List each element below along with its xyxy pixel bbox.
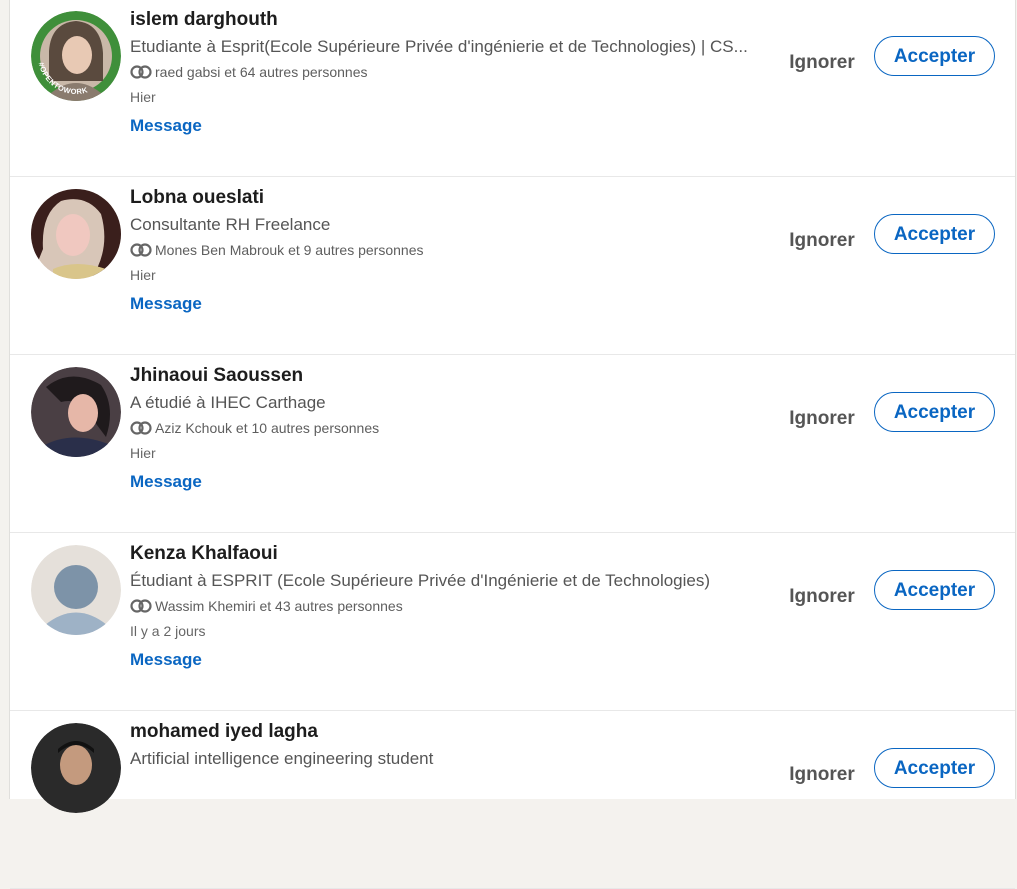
message-link[interactable]: Message	[130, 648, 202, 672]
message-link[interactable]: Message	[130, 292, 202, 316]
accept-button[interactable]: Accepter	[874, 748, 995, 788]
mutual-connections-text: Aziz Kchouk et 10 autres personnes	[155, 420, 380, 436]
mutual-connections-icon	[130, 421, 152, 435]
accept-button[interactable]: Accepter	[874, 214, 995, 254]
avatar[interactable]: #OPENTOWORK	[31, 11, 121, 101]
invitation-headline: Consultante RH Freelance	[130, 215, 331, 234]
ignore-button[interactable]: Ignorer	[781, 43, 863, 83]
accept-button[interactable]: Accepter	[874, 392, 995, 432]
invitation-time: Hier	[130, 267, 156, 283]
invitation-row: Jhinaoui Saoussen A étudié à IHEC Cartha…	[10, 355, 1015, 533]
ignore-button[interactable]: Ignorer	[781, 221, 863, 261]
invitation-row: Kenza Khalfaoui Étudiant à ESPRIT (Ecole…	[10, 533, 1015, 711]
invitation-row: mohamed iyed lagha Artificial intelligen…	[10, 711, 1015, 889]
avatar[interactable]	[31, 367, 121, 457]
invitation-time: Hier	[130, 445, 156, 461]
mutual-connections-icon	[130, 243, 152, 257]
ignore-button[interactable]: Ignorer	[781, 399, 863, 439]
avatar[interactable]	[31, 189, 121, 279]
mutual-connections: Mones Ben Mabrouk et 9 autres personnes	[130, 239, 755, 261]
invitation-name[interactable]: islem darghouth	[130, 8, 755, 32]
invitation-time: Il y a 2 jours	[130, 623, 206, 639]
invitation-headline: A étudié à IHEC Carthage	[130, 393, 326, 412]
invitation-name[interactable]: Jhinaoui Saoussen	[130, 364, 755, 388]
mutual-connections-text: Mones Ben Mabrouk et 9 autres personnes	[155, 242, 424, 258]
invitation-headline: Etudiante à Esprit(Ecole Supérieure Priv…	[130, 37, 748, 56]
message-link[interactable]: Message	[130, 470, 202, 494]
mutual-connections-text: raed gabsi et 64 autres personnes	[155, 64, 368, 80]
mutual-connections: Wassim Khemiri et 43 autres personnes	[130, 595, 755, 617]
invitation-name[interactable]: Lobna oueslati	[130, 186, 755, 210]
invitation-headline: Étudiant à ESPRIT (Ecole Supérieure Priv…	[130, 571, 711, 590]
invitation-name[interactable]: Kenza Khalfaoui	[130, 542, 755, 566]
mutual-connections: raed gabsi et 64 autres personnes	[130, 61, 755, 83]
avatar[interactable]	[31, 545, 121, 635]
accept-button[interactable]: Accepter	[874, 36, 995, 76]
mutual-connections-text: Wassim Khemiri et 43 autres personnes	[155, 598, 403, 614]
mutual-connections-icon	[130, 65, 152, 79]
ignore-button[interactable]: Ignorer	[781, 577, 863, 617]
mutual-connections: Aziz Kchouk et 10 autres personnes	[130, 417, 755, 439]
accept-button[interactable]: Accepter	[874, 570, 995, 610]
avatar[interactable]	[31, 723, 121, 813]
invitation-headline: Artificial intelligence engineering stud…	[130, 749, 434, 768]
invitations-list: #OPENTOWORK islem darghouth Etudiante à …	[9, 0, 1016, 889]
ignore-button[interactable]: Ignorer	[781, 755, 863, 795]
invitation-name[interactable]: mohamed iyed lagha	[130, 720, 755, 744]
message-link[interactable]: Message	[130, 114, 202, 138]
invitation-row: #OPENTOWORK islem darghouth Etudiante à …	[10, 0, 1015, 177]
invitation-row: Lobna oueslati Consultante RH Freelance …	[10, 177, 1015, 355]
mutual-connections-icon	[130, 599, 152, 613]
invitation-time: Hier	[130, 89, 156, 105]
